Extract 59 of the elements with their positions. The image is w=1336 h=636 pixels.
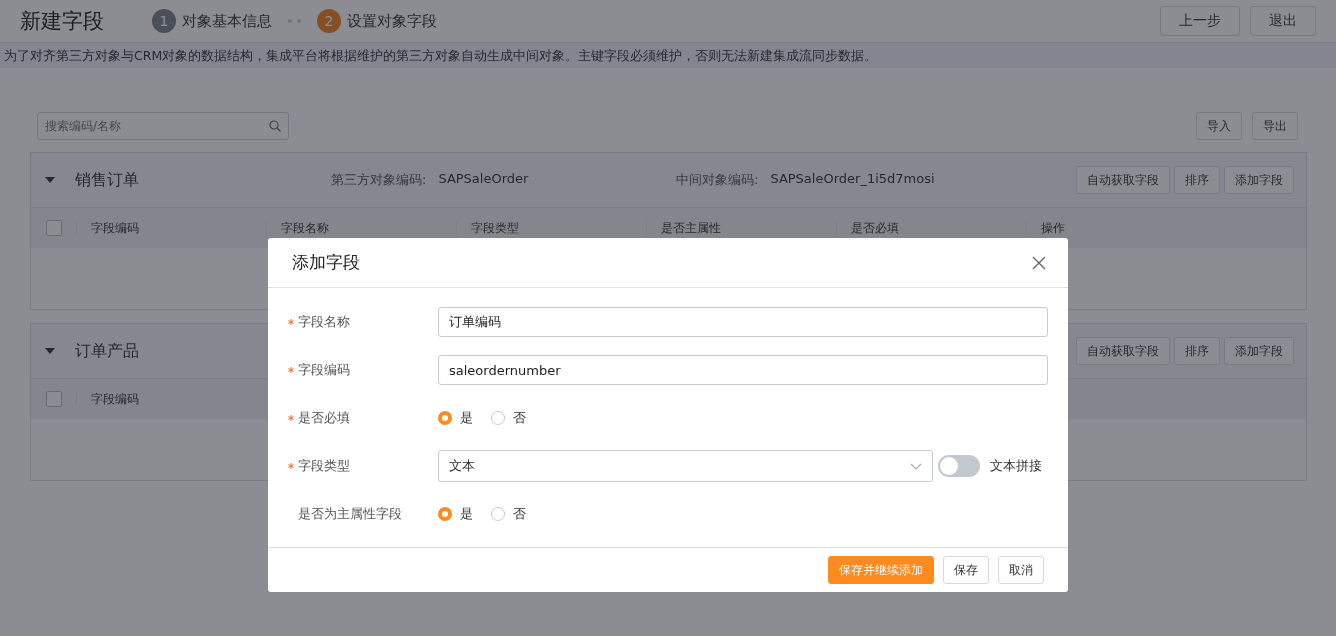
dialog-button[interactable]: 取消: [998, 556, 1044, 584]
step-number: 1: [152, 9, 176, 33]
field-label: 字段名称: [298, 313, 350, 331]
checkbox[interactable]: [45, 391, 62, 407]
step-label: 对象基本信息: [182, 11, 272, 31]
radio-label: 是: [460, 505, 473, 523]
column-header: 字段编码: [76, 392, 266, 406]
radio-label: 否: [513, 505, 526, 523]
section-button[interactable]: 自动获取字段: [1076, 337, 1170, 365]
column-header: 字段编码: [76, 221, 266, 235]
page-title: 新建字段: [20, 8, 104, 35]
section-button[interactable]: 添加字段: [1224, 166, 1294, 194]
field-label: 字段编码: [298, 361, 350, 379]
radio-button[interactable]: [438, 411, 452, 425]
caret-icon[interactable]: [45, 348, 55, 354]
caret-icon[interactable]: [45, 177, 55, 183]
section-button[interactable]: 添加字段: [1224, 337, 1294, 365]
section-title: 销售订单: [75, 169, 140, 191]
toolbar-button[interactable]: 导出: [1252, 112, 1298, 140]
radio-button[interactable]: [438, 507, 452, 521]
column-header: 字段名称: [266, 221, 456, 235]
header-button[interactable]: 上一步: [1160, 6, 1240, 36]
column-header: 是否必填: [836, 221, 1026, 235]
info-label: 中间对象编码:: [676, 171, 759, 189]
column-header: 操作: [1026, 221, 1306, 235]
column-header: 是否主属性: [646, 221, 836, 235]
info-label: 第三方对象编码:: [331, 171, 427, 189]
toolbar-button[interactable]: 导入: [1196, 112, 1242, 140]
input-field[interactable]: 订单编码: [438, 307, 1048, 337]
dialog-button[interactable]: 保存: [943, 556, 989, 584]
info-value: SAPSaleOrder_1i5d7mosi: [770, 171, 935, 188]
radio-button[interactable]: [491, 411, 505, 425]
info-value: SAPSaleOrder: [438, 171, 529, 188]
step-label: 设置对象字段: [347, 11, 437, 31]
field-label: 是否必填: [298, 409, 350, 427]
field-label: 字段类型: [298, 457, 350, 475]
search-icon[interactable]: [269, 120, 281, 132]
field-label: 是否为主属性字段: [298, 505, 402, 523]
toggle-label: 文本拼接: [990, 457, 1042, 475]
radio-label: 是: [460, 409, 473, 427]
section-button[interactable]: 排序: [1174, 166, 1220, 194]
radio-label: 否: [513, 409, 526, 427]
input-field[interactable]: saleordernumber: [438, 355, 1048, 385]
dialog-title: 添加字段: [292, 251, 360, 274]
chevron-down-icon: [910, 462, 922, 470]
step-number: 2: [317, 9, 341, 33]
close-icon[interactable]: [1032, 255, 1046, 270]
section-button[interactable]: 自动获取字段: [1076, 166, 1170, 194]
radio-button[interactable]: [491, 507, 505, 521]
header-button[interactable]: 退出: [1250, 6, 1316, 36]
column-header: 字段类型: [456, 221, 646, 235]
search-field[interactable]: 搜索编码/名称: [37, 112, 289, 140]
checkbox[interactable]: [45, 220, 62, 236]
section-title: 订单产品: [75, 340, 140, 362]
notice-text: 为了对齐第三方对象与CRM对象的数据结构，集成平台将根据维护的第三方对象自动生成中间对象。主键字段必须维护，否则无法新建集成流同步数据。: [0, 43, 1336, 68]
toggle-switch[interactable]: [938, 455, 980, 477]
select-field[interactable]: 文本: [438, 450, 933, 482]
section-button[interactable]: 排序: [1174, 337, 1220, 365]
dialog-button[interactable]: 保存并继续添加: [828, 556, 934, 584]
